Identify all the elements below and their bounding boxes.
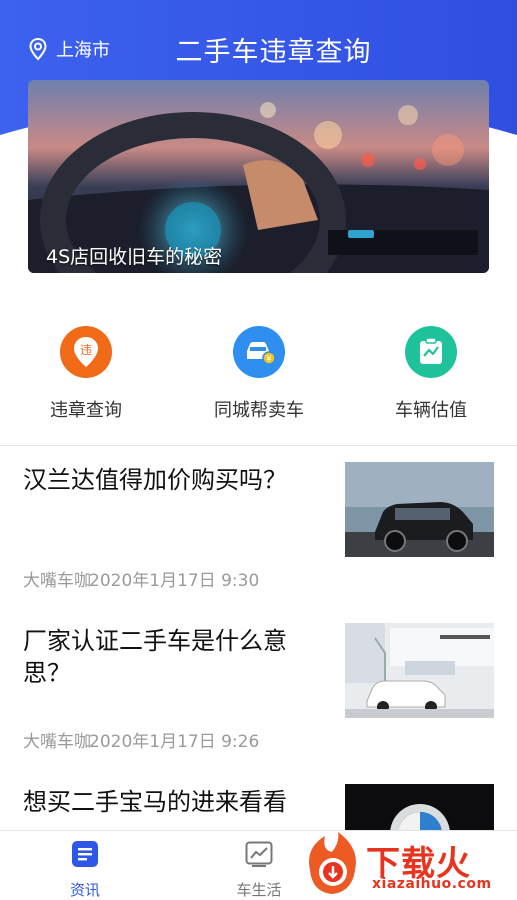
car-sell-icon: ¥ [233, 326, 285, 378]
banner-caption: 4S店回收旧车的秘密 [46, 246, 223, 268]
news-thumbnail [345, 623, 494, 718]
news-meta: 大嘴车咖 2020年1月17日 9:30 [23, 566, 273, 591]
valuation-chart-icon [405, 326, 457, 378]
violation-pin-icon: 违 [60, 326, 112, 378]
quick-menu: 违 违章查询 ¥ 同城帮卖车 车辆估值 [0, 300, 517, 440]
news-source: 大嘴车咖 [23, 732, 91, 752]
news-time: 2020年1月17日 9:26 [89, 732, 260, 752]
app-screen: 上海市 二手车违章查询 4S店回收旧车的秘密 违 违章查询 ¥ 同城帮卖车 车辆… [0, 0, 517, 900]
news-title: 想买二手宝马的进来看看 [23, 788, 287, 816]
quick-label-sell-car: 同城帮卖车 [214, 400, 304, 421]
quick-label-valuation: 车辆估值 [395, 400, 467, 421]
news-title: 汉兰达值得加价购买吗？ [23, 466, 287, 494]
news-doc-icon [72, 841, 98, 867]
quick-label-violation: 违章查询 [50, 400, 122, 421]
page-title: 二手车违章查询 [175, 37, 372, 68]
tab-news-label: 资讯 [69, 881, 100, 899]
svg-text:¥: ¥ [266, 355, 272, 365]
quick-item-sell-car[interactable]: ¥ 同城帮卖车 [189, 326, 329, 422]
news-source: 大嘴车咖 [23, 571, 91, 591]
quick-item-valuation[interactable]: 车辆估值 [361, 326, 501, 422]
news-meta: 大嘴车咖 2020年1月17日 9:26 [23, 727, 273, 752]
news-time: 2020年1月17日 9:30 [89, 571, 260, 591]
news-item[interactable]: 厂家认证二手车是什么意思？ 大嘴车咖 2020年1月17日 9:26 [0, 607, 517, 767]
banner-carousel[interactable]: 4S店回收旧车的秘密 [28, 80, 489, 273]
watermark-url: xiazaihuo.com [372, 876, 492, 892]
quick-item-violation[interactable]: 违 违章查询 [16, 326, 156, 422]
tab-news[interactable]: 资讯 [40, 839, 130, 900]
news-thumbnail [345, 462, 494, 557]
news-title: 厂家认证二手车是什么意思？ [23, 627, 287, 687]
trend-chart-icon [245, 841, 273, 867]
tab-car-life-label: 车生活 [236, 881, 282, 899]
svg-text:违: 违 [80, 343, 92, 357]
news-item[interactable]: 汉兰达值得加价购买吗？ 大嘴车咖 2020年1月17日 9:30 [0, 446, 517, 606]
tab-car-life[interactable]: 车生活 [214, 839, 304, 900]
